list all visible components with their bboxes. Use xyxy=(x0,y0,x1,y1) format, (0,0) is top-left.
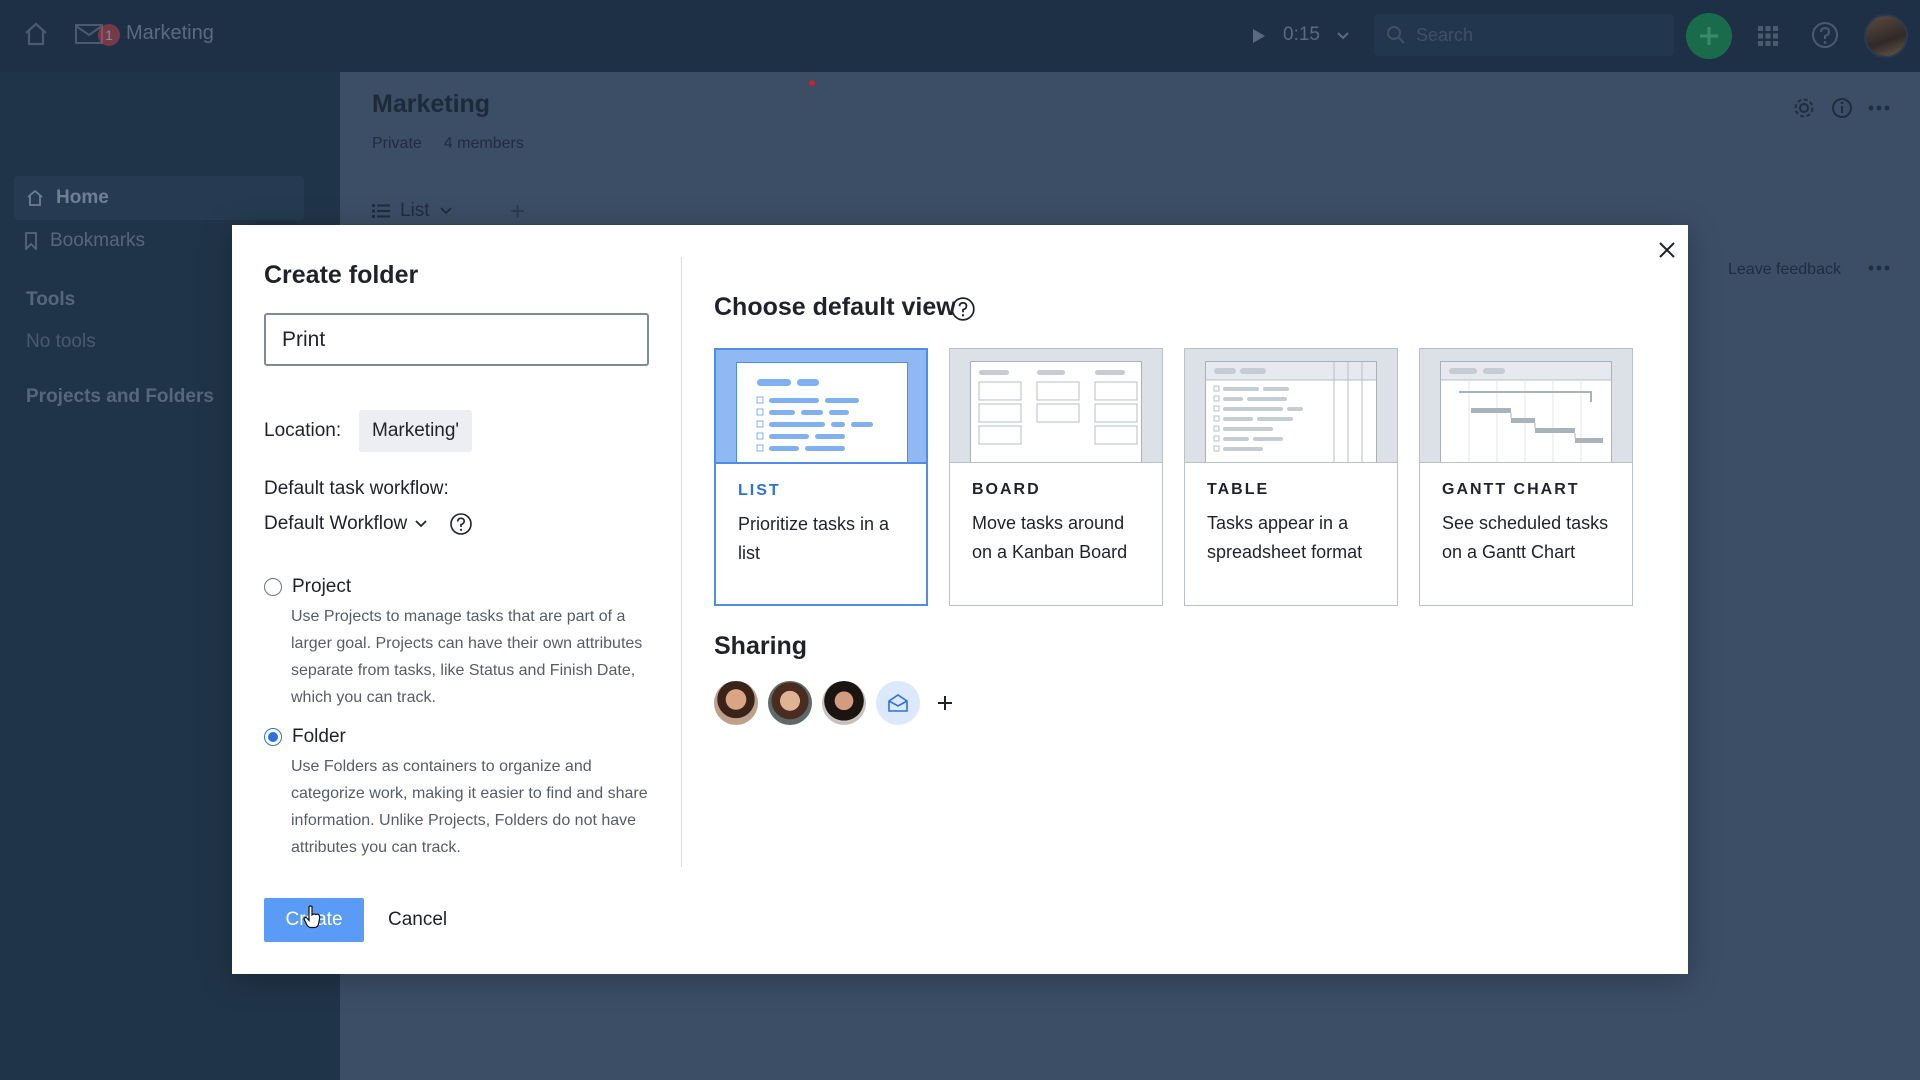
view-description: See scheduled tasks on a Gantt Chart xyxy=(1442,513,1609,562)
view-name: GANTT CHART xyxy=(1442,481,1580,498)
sidebar-heading-tools: Tools xyxy=(26,289,76,310)
project-description: Use Projects to manage tasks that are pa… xyxy=(291,608,643,706)
workflow-label: Default task workflow: xyxy=(264,478,449,499)
help-icon[interactable] xyxy=(950,296,976,322)
list-icon xyxy=(372,204,390,218)
add-view-button[interactable]: + xyxy=(510,196,525,227)
help-icon[interactable] xyxy=(1808,18,1842,52)
cancel-button[interactable]: Cancel xyxy=(388,898,447,942)
settings-icon[interactable] xyxy=(1790,94,1818,122)
sidebar-item-label: Bookmarks xyxy=(50,230,146,251)
apps-grid-icon[interactable] xyxy=(1752,20,1784,52)
view-name: LIST xyxy=(738,482,781,499)
chevron-down-icon xyxy=(439,207,452,215)
home-icon xyxy=(27,189,43,206)
list-view-thumbnail xyxy=(716,350,926,464)
hand-cursor-icon xyxy=(303,905,321,929)
envelope-icon xyxy=(888,694,908,712)
more-icon[interactable] xyxy=(1865,94,1893,122)
home-icon[interactable] xyxy=(20,18,52,50)
search-placeholder: Search xyxy=(1416,24,1474,45)
notification-badge: 1 xyxy=(98,24,120,46)
chevron-down-icon[interactable] xyxy=(1333,26,1353,46)
members-link[interactable]: 4 members xyxy=(444,135,524,153)
view-name: TABLE xyxy=(1207,481,1270,498)
view-card-table[interactable]: TABLE Tasks appear in a spreadsheet form… xyxy=(1184,348,1398,606)
view-description: Move tasks around on a Kanban Board xyxy=(972,513,1128,562)
page-title: Marketing xyxy=(372,90,491,118)
location-chip[interactable]: Marketing' xyxy=(359,410,473,452)
sidebar-heading-projects[interactable]: Projects and Folders xyxy=(26,386,214,408)
play-icon[interactable] xyxy=(1250,24,1268,48)
view-card-list[interactable]: LIST Prioritize tasks in a list xyxy=(714,348,928,606)
radio-label: Folder xyxy=(292,726,346,747)
radio-button[interactable] xyxy=(264,578,282,596)
radio-label: Project xyxy=(292,576,352,597)
gantt-view-thumbnail xyxy=(1420,349,1632,463)
space-name[interactable]: Marketing xyxy=(126,22,214,45)
invite-email-avatar[interactable] xyxy=(876,681,920,725)
member-avatar[interactable] xyxy=(714,681,758,725)
plus-icon xyxy=(1700,27,1718,45)
folder-description: Use Folders as containers to organize an… xyxy=(291,758,648,856)
sharing-avatars xyxy=(714,681,960,725)
close-icon xyxy=(1659,242,1675,258)
timer-display[interactable]: 0:15 xyxy=(1283,24,1320,46)
view-switcher[interactable]: List xyxy=(372,200,452,222)
view-card-gantt[interactable]: GANTT CHART See scheduled tasks on a Gan… xyxy=(1419,348,1633,606)
board-view-thumbnail xyxy=(950,349,1162,463)
privacy-label[interactable]: Private xyxy=(372,135,422,153)
help-icon[interactable] xyxy=(449,512,473,536)
view-label: List xyxy=(400,200,430,221)
radio-button[interactable] xyxy=(264,728,282,746)
member-avatar[interactable] xyxy=(822,681,866,725)
column-divider xyxy=(681,257,682,867)
top-bar: 1 Marketing 0:15 Search xyxy=(0,0,1920,72)
dialog-title: Create folder xyxy=(264,261,419,289)
view-heading: Choose default view xyxy=(714,293,956,321)
more-icon[interactable] xyxy=(1868,258,1894,278)
no-tools-text: No tools xyxy=(26,331,96,352)
sidebar-item-home[interactable]: Home xyxy=(14,176,304,220)
plus-icon xyxy=(938,696,952,710)
sidebar-item-bookmarks[interactable]: Bookmarks xyxy=(24,230,145,252)
search-icon xyxy=(1387,26,1405,44)
search-box[interactable]: Search xyxy=(1374,14,1674,56)
user-avatar[interactable] xyxy=(1864,14,1908,58)
add-member-button[interactable] xyxy=(930,688,960,718)
location-label: Location: xyxy=(264,420,342,441)
info-icon[interactable] xyxy=(1828,94,1856,122)
view-description: Prioritize tasks in a list xyxy=(738,514,890,563)
bookmark-icon xyxy=(25,232,37,250)
view-card-board[interactable]: BOARD Move tasks around on a Kanban Boar… xyxy=(949,348,1163,606)
add-button[interactable] xyxy=(1686,13,1732,59)
table-view-thumbnail xyxy=(1185,349,1397,463)
workflow-value: Default Workflow xyxy=(264,513,408,534)
project-radio[interactable]: Project xyxy=(264,576,351,598)
indicator-dot xyxy=(809,80,815,86)
leave-feedback-link[interactable]: Leave feedback xyxy=(1728,261,1841,279)
create-folder-dialog: Create folder Location: Marketing' Defau… xyxy=(232,225,1688,974)
view-description: Tasks appear in a spreadsheet format xyxy=(1207,513,1363,562)
space-meta: Private 4 members xyxy=(372,135,524,153)
view-name: BOARD xyxy=(972,481,1041,498)
folder-name-input[interactable] xyxy=(264,313,649,366)
folder-radio[interactable]: Folder xyxy=(264,726,346,748)
workflow-select[interactable]: Default Workflow xyxy=(264,513,427,535)
chevron-down-icon xyxy=(415,520,427,528)
sharing-heading: Sharing xyxy=(714,632,808,660)
member-avatar[interactable] xyxy=(768,681,812,725)
sidebar-item-label: Home xyxy=(56,187,109,208)
close-button[interactable] xyxy=(1652,235,1682,265)
